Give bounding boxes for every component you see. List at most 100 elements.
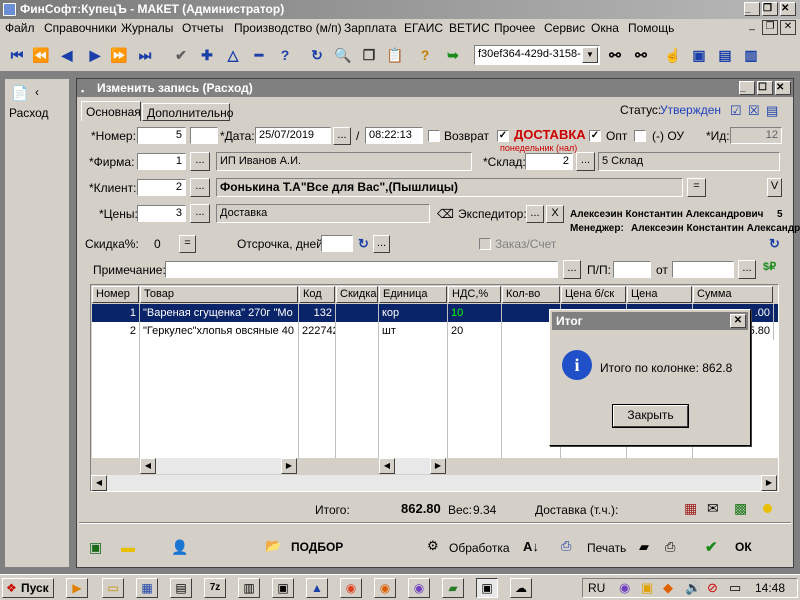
minimize-button[interactable]: _ [744,2,760,16]
menu-egais[interactable]: ЕГАИС [404,21,443,35]
paste-icon[interactable]: 📋 [386,46,404,64]
scroll-left-icon[interactable]: ◀ [91,475,107,491]
cloud-app-icon[interactable]: ☁ [510,578,532,598]
order-refresh-icon[interactable]: ↻ [769,236,780,252]
prev-page-icon[interactable]: ⏪ [32,46,50,64]
deferral-select-button[interactable]: ... [373,235,390,253]
deferral-refresh-icon[interactable]: ↻ [358,236,369,252]
binoculars-remove-icon[interactable]: ⚯ [632,46,650,64]
dialog-maximize-button[interactable]: ☐ [757,81,773,95]
help-icon[interactable]: ? [276,46,294,64]
tray-alert-icon[interactable]: ⊘ [707,580,718,596]
app-grid-icon[interactable]: ▦ [136,578,158,598]
opt-checkbox[interactable]: ✓ [589,130,601,142]
tray-flame-icon[interactable]: ◆ [663,580,673,596]
currency-icon[interactable]: $₽ [763,260,776,273]
client-code-field[interactable]: 2 [137,179,186,196]
doc-minimize-button[interactable]: _ [744,20,760,35]
menu-journals[interactable]: Журналы [121,21,173,35]
menu-directories[interactable]: Справочники [44,21,117,35]
col-price-nodisc[interactable]: Цена б/ск [561,286,626,303]
menu-service[interactable]: Сервис [544,21,585,35]
note-select-button[interactable]: ... [563,260,581,279]
binoculars-add-icon[interactable]: ⚯ [606,46,624,64]
maximize-button[interactable]: ❐ [762,2,778,16]
next-record-icon[interactable]: ▶ [86,46,104,64]
prices-select-button[interactable]: ... [190,204,210,223]
triangle-app-icon[interactable]: ▲ [306,578,328,598]
viber-icon[interactable]: ◉ [408,578,430,598]
client-v-button[interactable]: V [767,178,782,197]
search-icon[interactable]: 🔍 [334,46,352,64]
number-suffix-field[interactable] [190,127,218,144]
check-icon[interactable]: ✔ [172,46,190,64]
forwarder-clear-button[interactable]: X [546,205,564,223]
excel-icon[interactable]: ▩ [734,500,747,517]
explorer-icon[interactable]: ▭ [102,578,124,598]
next-page-icon[interactable]: ⏩ [110,46,128,64]
combo-dropdown-icon[interactable]: ▼ [582,47,598,63]
menu-file[interactable]: Файл [5,21,35,35]
number-field[interactable]: 5 [137,127,186,144]
print-button[interactable]: ⎙ Печать [561,538,631,558]
calculator-icon[interactable]: ▦ [684,500,697,517]
guid-combo[interactable]: f30ef364-429d-3158- ▼ [474,45,600,65]
col-product[interactable]: Товар [140,286,298,303]
left-panel-label[interactable]: Расход [9,106,49,120]
start-button[interactable]: ❖ Пуск [2,578,54,598]
ok-button[interactable]: ✔ ОК [705,538,765,558]
go-arrow-icon[interactable]: ➥ [444,46,462,64]
podbor-button[interactable]: 📂 ПОДБОР [265,538,345,558]
doc-restore-button[interactable]: ❐ [762,20,778,35]
client-select-button[interactable]: ... [190,178,210,197]
tab-main[interactable]: Основная [81,101,141,121]
client-eq-button[interactable]: = [687,178,706,197]
active-app-icon[interactable]: ▣ [476,578,498,598]
delete-icon[interactable]: ━ [250,46,268,64]
calc-icon[interactable]: ▥ [238,578,260,598]
sort-az-icon[interactable]: A↓ [523,539,539,554]
menu-other[interactable]: Прочее [494,21,535,35]
chrome-icon[interactable]: ◉ [340,578,362,598]
stamp-icon[interactable]: ▰ [639,539,649,555]
dialog-close-button[interactable]: ✕ [775,81,791,95]
menu-reports[interactable]: Отчеты [182,21,223,35]
popup-close-icon[interactable]: ✕ [730,314,746,328]
forwarder-select-button[interactable]: ... [526,205,544,223]
last-record-icon[interactable]: ⏭ [136,46,154,64]
menu-salary[interactable]: Зарплата [344,21,397,35]
pp-select-button[interactable]: ... [738,260,756,279]
document-icon[interactable]: 📄 [11,85,28,102]
col-unit[interactable]: Единица [379,286,447,303]
folder-icon[interactable]: ▬ [121,539,135,555]
eraser-icon[interactable]: ⌫ [437,207,454,221]
firm-code-field[interactable]: 1 [137,153,186,170]
table-h-scrollbar[interactable]: ◀ ▶ [91,475,777,491]
col-price[interactable]: Цена [627,286,692,303]
doc-close-button[interactable]: ✕ [780,20,796,35]
firefox-icon[interactable]: ◉ [374,578,396,598]
order-checkbox[interactable] [479,238,491,250]
menu-vetis[interactable]: ВЕТИС [449,21,490,35]
approve-icon[interactable]: ☑ [730,103,742,119]
print-layout-icon[interactable]: ▣ [89,539,102,556]
firm-select-button[interactable]: ... [190,152,210,171]
discount-eq-button[interactable]: = [179,235,196,253]
prices-code-field[interactable]: 3 [137,205,186,222]
viber-tray-icon[interactable]: ◉ [619,580,630,596]
scroll-left-icon[interactable]: ◀ [140,458,156,474]
finsoft-icon[interactable]: ▰ [442,578,464,598]
col-qty[interactable]: Кол-во [502,286,560,303]
collapse-arrow-icon[interactable]: ‹ [35,85,39,99]
unit-col-scrollbar[interactable]: ◀ ▶ [379,458,446,474]
tab-additional[interactable]: Дополнительно [142,103,233,121]
dialog-minimize-button[interactable]: _ [739,81,755,95]
col-number[interactable]: Номер [92,286,139,303]
processing-button[interactable]: ⚙ Обработка [427,538,511,558]
scroll-right-icon[interactable]: ▶ [761,475,777,491]
prev-record-icon[interactable]: ◀ [58,46,76,64]
7zip-icon[interactable]: 7z [204,578,226,598]
window-list-icon[interactable]: ▥ [742,46,760,64]
col-vat[interactable]: НДС,% [448,286,501,303]
media-icon[interactable]: ▶ [66,578,88,598]
